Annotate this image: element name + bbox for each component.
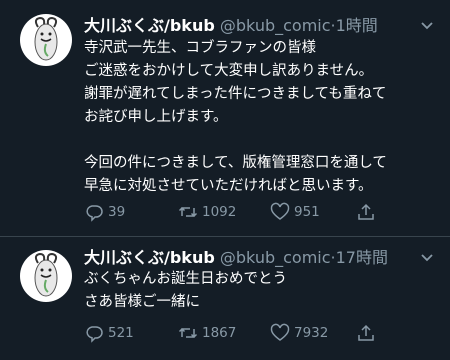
retweet-icon: [178, 327, 198, 339]
share-icon: [358, 324, 374, 341]
display-name[interactable]: 大川ぶくぶ/bkub: [84, 248, 215, 267]
like-button[interactable]: 951: [270, 200, 320, 224]
reply-icon: [86, 205, 103, 222]
share-button[interactable]: [356, 321, 380, 345]
like-count: 7932: [294, 325, 329, 341]
retweet-button[interactable]: 1867: [178, 321, 236, 345]
timestamp[interactable]: 17時間: [336, 248, 388, 267]
tweet[interactable]: 大川ぶくぶ/bkub @bkub_comic·1時間 寺沢武一先生、コブラファン…: [0, 0, 450, 236]
reply-count: 521: [108, 325, 134, 341]
text-line: さあ皆様ご一緒に: [84, 294, 200, 310]
text-line: お詫び申し上げます。: [84, 109, 228, 125]
tweet-text: 寺沢武一先生、コブラファンの皆様 ご迷惑をおかけして大変申し訳ありません。 謝罪…: [84, 37, 387, 198]
like-icon: [270, 202, 290, 220]
avatar[interactable]: [20, 250, 72, 302]
tweet-header: 大川ぶくぶ/bkub @bkub_comic·17時間: [84, 248, 388, 268]
tweet-header: 大川ぶくぶ/bkub @bkub_comic·1時間: [84, 16, 378, 36]
text-line: [84, 129, 387, 152]
like-button[interactable]: 7932: [270, 321, 328, 345]
tweet-actions: 521 1867 7932: [84, 321, 430, 345]
handle[interactable]: @bkub_comic: [220, 248, 331, 267]
timestamp[interactable]: 1時間: [336, 16, 378, 35]
text-line: ぶくちゃんお誕生日おめでとう: [84, 271, 287, 287]
retweet-icon: [178, 206, 198, 218]
text-line: 早急に対処させていただければと思います。: [84, 178, 373, 194]
text-line: 今回の件につきまして、版権管理窓口を通して: [84, 155, 387, 171]
like-icon: [270, 323, 290, 341]
retweet-count: 1867: [202, 325, 237, 341]
chevron-down-icon[interactable]: [418, 248, 436, 266]
handle[interactable]: @bkub_comic: [220, 16, 331, 35]
reply-button[interactable]: 521: [84, 321, 134, 345]
text-line: ご迷惑をおかけして大変申し訳ありません。: [84, 63, 374, 79]
reply-button[interactable]: 39: [84, 200, 125, 224]
tweet[interactable]: 大川ぶくぶ/bkub @bkub_comic·17時間 ぶくちゃんお誕生日おめで…: [0, 237, 450, 360]
retweet-count: 1092: [202, 204, 237, 220]
text-line: 寺沢武一先生、コブラファンの皆様: [84, 40, 316, 56]
share-icon: [358, 203, 374, 220]
tweet-actions: 39 1092 951: [84, 200, 430, 224]
chevron-down-icon[interactable]: [418, 16, 436, 34]
avatar[interactable]: [20, 14, 72, 66]
reply-count: 39: [108, 204, 126, 220]
display-name[interactable]: 大川ぶくぶ/bkub: [84, 16, 215, 35]
retweet-button[interactable]: 1092: [178, 200, 236, 224]
text-line: 謝罪が遅れてしまった件につきましても重ねて: [84, 86, 387, 102]
reply-icon: [86, 326, 103, 343]
share-button[interactable]: [356, 200, 380, 224]
tweet-text: ぶくちゃんお誕生日おめでとう さあ皆様ご一緒に: [84, 268, 287, 314]
like-count: 951: [294, 204, 320, 220]
